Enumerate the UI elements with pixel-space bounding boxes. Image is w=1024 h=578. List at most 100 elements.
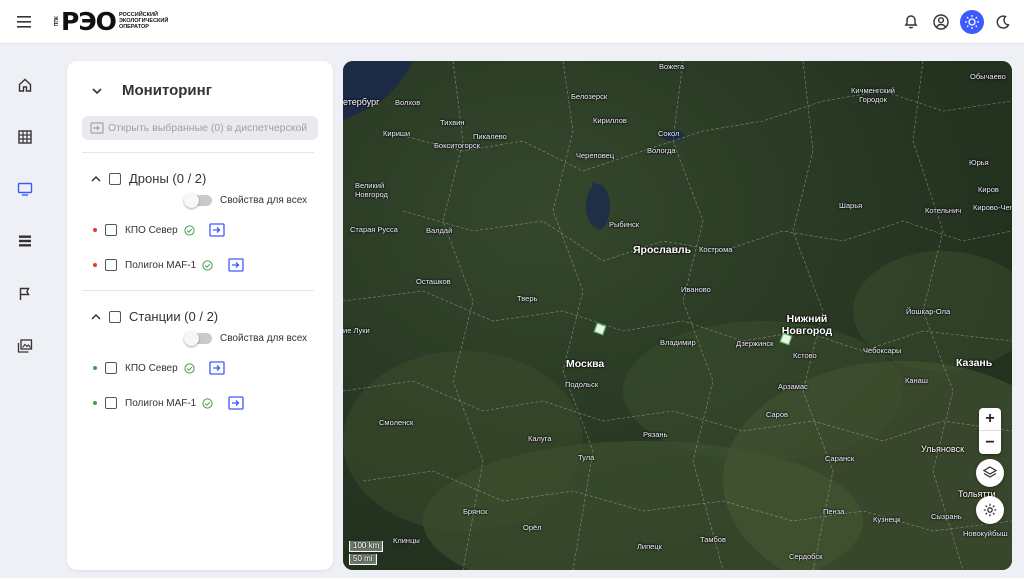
status-dot	[93, 263, 97, 267]
open-selected-button[interactable]: Открыть выбранные (0) в диспетчерской	[82, 116, 318, 140]
map-label: Брянск	[463, 507, 488, 516]
map-label: Иваново	[681, 285, 711, 294]
map-label: Пикалево	[473, 132, 507, 141]
map-label: Ульяновск	[921, 444, 965, 454]
map-label: Осташков	[416, 277, 451, 286]
sun-icon[interactable]	[960, 10, 984, 34]
map-label: Белозерск	[571, 92, 608, 101]
logo-prefix: ППК	[54, 15, 60, 27]
menu-icon[interactable]	[15, 12, 35, 32]
item-checkbox[interactable]	[105, 362, 117, 374]
map-label: Старая Русса	[350, 225, 398, 234]
open-in-icon	[90, 122, 104, 134]
group-checkbox[interactable]	[109, 310, 121, 323]
map-label: Ярославль	[633, 244, 692, 256]
group-checkbox[interactable]	[109, 172, 121, 185]
list-item: Полигон МАF-1	[93, 397, 213, 409]
map-label: Кузнецк	[873, 515, 901, 524]
item-checkbox[interactable]	[105, 259, 117, 271]
map-label: Подольск	[565, 380, 599, 389]
satellite-map[interactable]: Вожега Кичменгский Городок Обычаево етер…	[343, 61, 1012, 570]
map-label: Череповец	[576, 151, 615, 160]
zoom-out-button[interactable]: −	[979, 431, 1001, 454]
map-label: Кирово-Чепецк	[973, 203, 1012, 212]
layers-button[interactable]	[976, 459, 1004, 487]
layers-icon	[982, 466, 998, 478]
map-label: Кириллов	[593, 116, 627, 125]
logo[interactable]: ППК РЭО Российский экологический операто…	[54, 6, 169, 36]
map-label: Сокол	[658, 129, 680, 138]
item-checkbox[interactable]	[105, 397, 117, 409]
status-dot	[93, 228, 97, 232]
chevron-up-icon[interactable]	[89, 310, 103, 324]
map-label: Кичменгский Городок	[851, 86, 895, 104]
flag-icon[interactable]	[15, 284, 35, 304]
map-label: Кириши	[383, 129, 411, 138]
toggle-label: Свойства для всех	[220, 333, 308, 344]
item-label: Полигон МАF-1	[125, 259, 197, 271]
open-in-dispatch-icon[interactable]	[228, 258, 244, 272]
map-label: Тула	[578, 453, 595, 462]
bell-icon[interactable]	[900, 11, 922, 33]
open-in-dispatch-icon[interactable]	[209, 223, 225, 237]
group-stations[interactable]: Станции (0 / 2)	[89, 309, 218, 324]
map-label: Йошкар-Ола	[906, 307, 951, 316]
map-label: Великий Новгород	[355, 181, 388, 199]
open-in-dispatch-icon[interactable]	[228, 396, 244, 410]
map-label: Москва	[566, 358, 605, 370]
open-selected-label: Открыть выбранные (0) в диспетчерской	[108, 122, 308, 134]
map-label: Сызрань	[931, 512, 962, 521]
map-label: Калуга	[528, 434, 552, 443]
map-label: Владимир	[660, 338, 696, 347]
map-label: Тамбов	[700, 535, 726, 544]
map-label: Новокуйбыш	[963, 529, 1008, 538]
map-label: Клинцы	[393, 536, 420, 545]
check-circle-icon	[184, 224, 195, 236]
list-item: КПО Север	[93, 362, 195, 374]
map-settings-button[interactable]	[976, 496, 1004, 524]
toggle-properties-all[interactable]: Свойства для всех	[184, 193, 307, 208]
map-label: Казань	[956, 357, 993, 369]
map-label: Киров	[978, 185, 999, 194]
map-label: Шарья	[839, 201, 863, 210]
gallery-icon[interactable]	[15, 336, 35, 356]
map-label: Волхов	[395, 98, 421, 107]
check-circle-icon	[202, 397, 213, 409]
scale-bar-mi: 50 mi	[349, 554, 377, 565]
zoom-in-button[interactable]: +	[979, 408, 1001, 431]
toggle-switch[interactable]	[184, 331, 212, 346]
header-actions	[900, 10, 1014, 34]
list-item: КПО Север	[93, 224, 195, 236]
list-icon[interactable]	[15, 231, 35, 251]
map-label: Вологда	[647, 146, 676, 155]
map-label: Саранск	[825, 454, 855, 463]
collapse-chevron-icon[interactable]	[91, 84, 103, 96]
status-dot	[93, 366, 97, 370]
group-drones[interactable]: Дроны (0 / 2)	[89, 171, 206, 186]
panel-title: Мониторинг	[122, 82, 212, 99]
gear-icon	[983, 503, 997, 517]
map-label: Смоленск	[379, 418, 414, 427]
monitor-icon[interactable]	[15, 179, 35, 199]
monitoring-panel: Мониторинг Открыть выбранные (0) в диспе…	[67, 61, 333, 570]
top-bar: ППК РЭО Российский экологический операто…	[0, 0, 1024, 44]
home-icon[interactable]	[15, 75, 35, 95]
moon-icon[interactable]	[992, 11, 1014, 33]
map-label: Рязань	[643, 430, 668, 439]
map-label: Котельнич	[925, 206, 962, 215]
map-label: Тверь	[517, 294, 538, 303]
item-checkbox[interactable]	[105, 224, 117, 236]
toggle-switch[interactable]	[184, 193, 212, 208]
account-icon[interactable]	[930, 11, 952, 33]
open-in-dispatch-icon[interactable]	[209, 361, 225, 375]
map-label: Канаш	[905, 376, 928, 385]
map-label: Валдай	[426, 226, 453, 235]
logo-text: Российский экологический оператор	[118, 12, 169, 30]
chevron-up-icon[interactable]	[89, 172, 103, 186]
grid-icon[interactable]	[15, 127, 35, 147]
item-label: КПО Север	[125, 362, 178, 374]
map-label: Дзержинск	[736, 339, 774, 348]
check-circle-icon	[184, 362, 195, 374]
map-label: Вожега	[659, 62, 685, 71]
toggle-properties-all[interactable]: Свойства для всех	[184, 331, 308, 346]
